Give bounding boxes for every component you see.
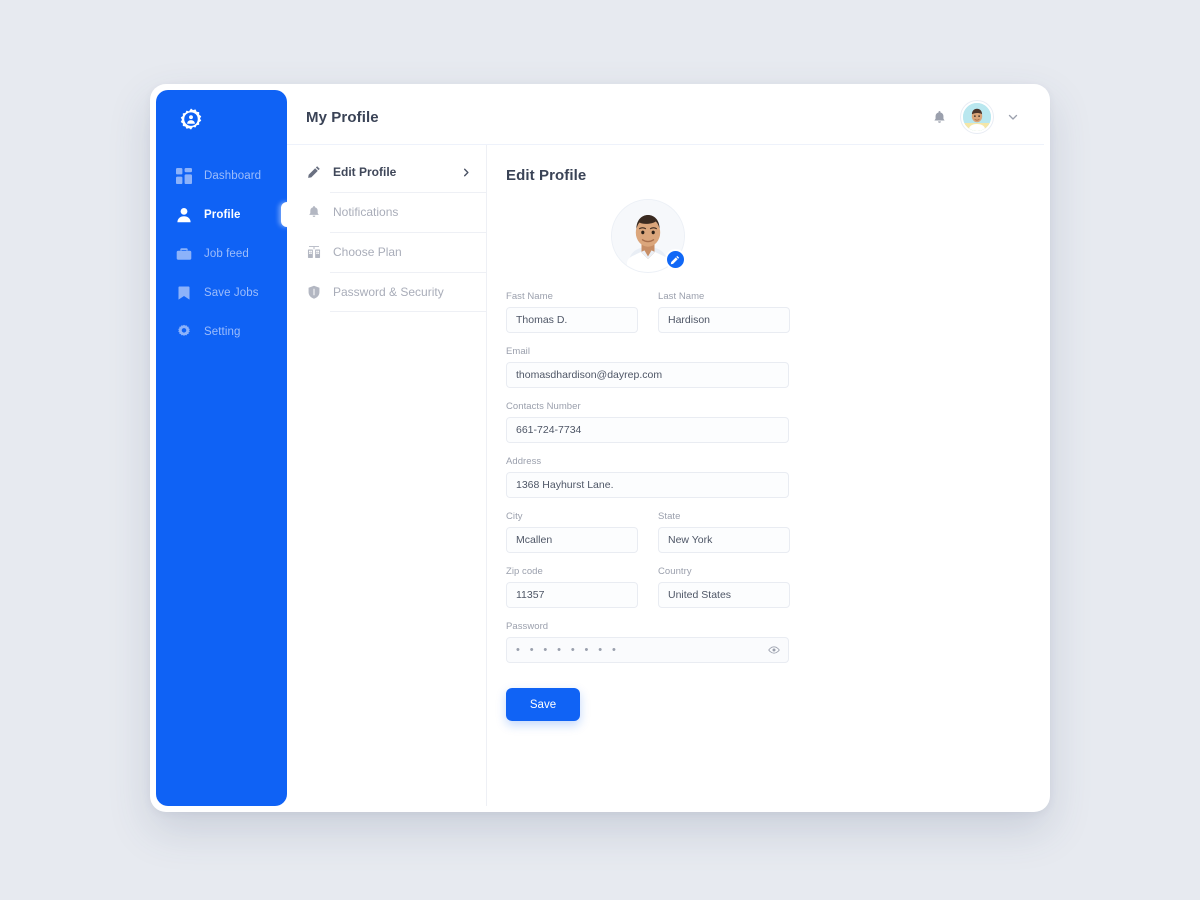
- last-name-label: Last Name: [658, 291, 705, 302]
- password-row: Password • • • • • • • •: [506, 621, 1044, 663]
- profile-photo[interactable]: [611, 200, 686, 272]
- plan-icon: [306, 244, 322, 260]
- city-input[interactable]: Mcallen: [506, 527, 638, 553]
- app-logo[interactable]: [174, 105, 208, 139]
- email-input[interactable]: thomasdhardison@dayrep.com: [506, 362, 789, 388]
- first-name-input[interactable]: Thomas D.: [506, 307, 638, 333]
- gear-person-logo-icon: [180, 108, 202, 130]
- bookmark-icon: [175, 284, 193, 302]
- menu-item-label: Edit Profile: [333, 165, 397, 179]
- edit-profile-form: Edit Profile Fast Name Thomas D. Last Na…: [487, 145, 1044, 806]
- contacts-number-label: Contacts Number: [506, 401, 581, 412]
- chevron-down-icon[interactable]: [1006, 110, 1020, 124]
- menu-item-password-security[interactable]: Password & Security: [287, 272, 486, 312]
- eye-icon[interactable]: [768, 644, 780, 656]
- email-field: Email thomasdhardison@dayrep.com: [506, 346, 789, 388]
- state-label: State: [658, 511, 681, 522]
- menu-item-label: Choose Plan: [333, 245, 402, 259]
- topbar-actions: [930, 101, 1020, 133]
- save-button[interactable]: Save: [506, 688, 580, 721]
- country-label: Country: [658, 566, 692, 577]
- zip-code-input[interactable]: 11357: [506, 582, 638, 608]
- city-label: City: [506, 511, 523, 522]
- country-input[interactable]: United States: [658, 582, 790, 608]
- last-name-input[interactable]: Hardison: [658, 307, 790, 333]
- menu-item-label: Notifications: [333, 205, 399, 219]
- password-field: Password • • • • • • • •: [506, 621, 789, 663]
- sidebar-item-label: Setting: [204, 325, 241, 338]
- address-label: Address: [506, 456, 542, 467]
- address-field: Address 1368 Hayhurst Lane.: [506, 456, 789, 498]
- first-name-field: Fast Name Thomas D.: [506, 291, 638, 333]
- sidebar-item-setting[interactable]: Setting: [156, 312, 287, 351]
- last-name-field: Last Name Hardison: [658, 291, 790, 333]
- email-label: Email: [506, 346, 531, 357]
- first-name-label: Fast Name: [506, 291, 553, 302]
- gear-icon: [175, 323, 193, 341]
- sidebar-item-label: Dashboard: [204, 169, 262, 182]
- sidebar-item-job-feed[interactable]: Job feed: [156, 234, 287, 273]
- avatar-image: [963, 103, 991, 131]
- edit-photo-button[interactable]: [664, 249, 686, 270]
- zip-code-label: Zip code: [506, 566, 543, 577]
- sidebar-item-label: Save Jobs: [204, 286, 259, 299]
- email-row: Email thomasdhardison@dayrep.com: [506, 346, 1044, 388]
- main-area: My Profile Edit Profile Notifications Ch…: [287, 90, 1044, 806]
- menu-item-choose-plan[interactable]: Choose Plan: [287, 232, 486, 272]
- password-masked-value: • • • • • • • •: [516, 643, 620, 656]
- name-row: Fast Name Thomas D. Last Name Hardison: [506, 291, 1044, 333]
- contacts-number-input[interactable]: 661-724-7734: [506, 417, 789, 443]
- sidebar-item-dashboard[interactable]: Dashboard: [156, 156, 287, 195]
- bell-icon[interactable]: [930, 108, 948, 126]
- menu-item-label: Password & Security: [333, 285, 444, 299]
- form-title: Edit Profile: [506, 167, 587, 184]
- menu-item-notifications[interactable]: Notifications: [287, 192, 486, 232]
- state-field: State New York: [658, 511, 790, 553]
- avatar[interactable]: [961, 101, 993, 133]
- password-label: Password: [506, 621, 549, 632]
- shield-icon: [306, 284, 322, 300]
- sidebar-item-save-jobs[interactable]: Save Jobs: [156, 273, 287, 312]
- sidebar-item-label: Profile: [204, 208, 241, 221]
- zip-code-field: Zip code 11357: [506, 566, 638, 608]
- menu-item-edit-profile[interactable]: Edit Profile: [287, 152, 486, 192]
- sidebar: Dashboard Profile Job feed Save Jobs Set…: [156, 90, 287, 806]
- bell-icon: [306, 204, 322, 220]
- pencil-icon: [670, 255, 680, 264]
- chevron-right-icon: [461, 167, 472, 178]
- city-field: City Mcallen: [506, 511, 638, 553]
- zip-country-row: Zip code 11357 Country United States: [506, 566, 1044, 608]
- address-row: Address 1368 Hayhurst Lane.: [506, 456, 1044, 498]
- contacts-number-field: Contacts Number 661-724-7734: [506, 401, 789, 443]
- sidebar-item-profile[interactable]: Profile: [156, 195, 287, 234]
- pencil-icon: [306, 164, 322, 180]
- contacts-row: Contacts Number 661-724-7734: [506, 401, 1044, 443]
- password-input[interactable]: • • • • • • • •: [506, 637, 789, 663]
- content-row: Edit Profile Notifications Choose Plan P…: [287, 145, 1044, 806]
- country-field: Country United States: [658, 566, 790, 608]
- address-input[interactable]: 1368 Hayhurst Lane.: [506, 472, 789, 498]
- app-window: Dashboard Profile Job feed Save Jobs Set…: [150, 84, 1050, 812]
- city-state-row: City Mcallen State New York: [506, 511, 1044, 553]
- profile-photo-wrapper: [506, 200, 789, 272]
- topbar: My Profile: [287, 90, 1044, 145]
- briefcase-icon: [175, 245, 193, 263]
- state-input[interactable]: New York: [658, 527, 790, 553]
- grid-icon: [175, 167, 193, 185]
- user-icon: [175, 206, 193, 224]
- sidebar-nav: Dashboard Profile Job feed Save Jobs Set…: [156, 156, 287, 351]
- page-title: My Profile: [306, 108, 379, 126]
- sidebar-item-label: Job feed: [204, 247, 249, 260]
- settings-menu: Edit Profile Notifications Choose Plan P…: [287, 145, 487, 806]
